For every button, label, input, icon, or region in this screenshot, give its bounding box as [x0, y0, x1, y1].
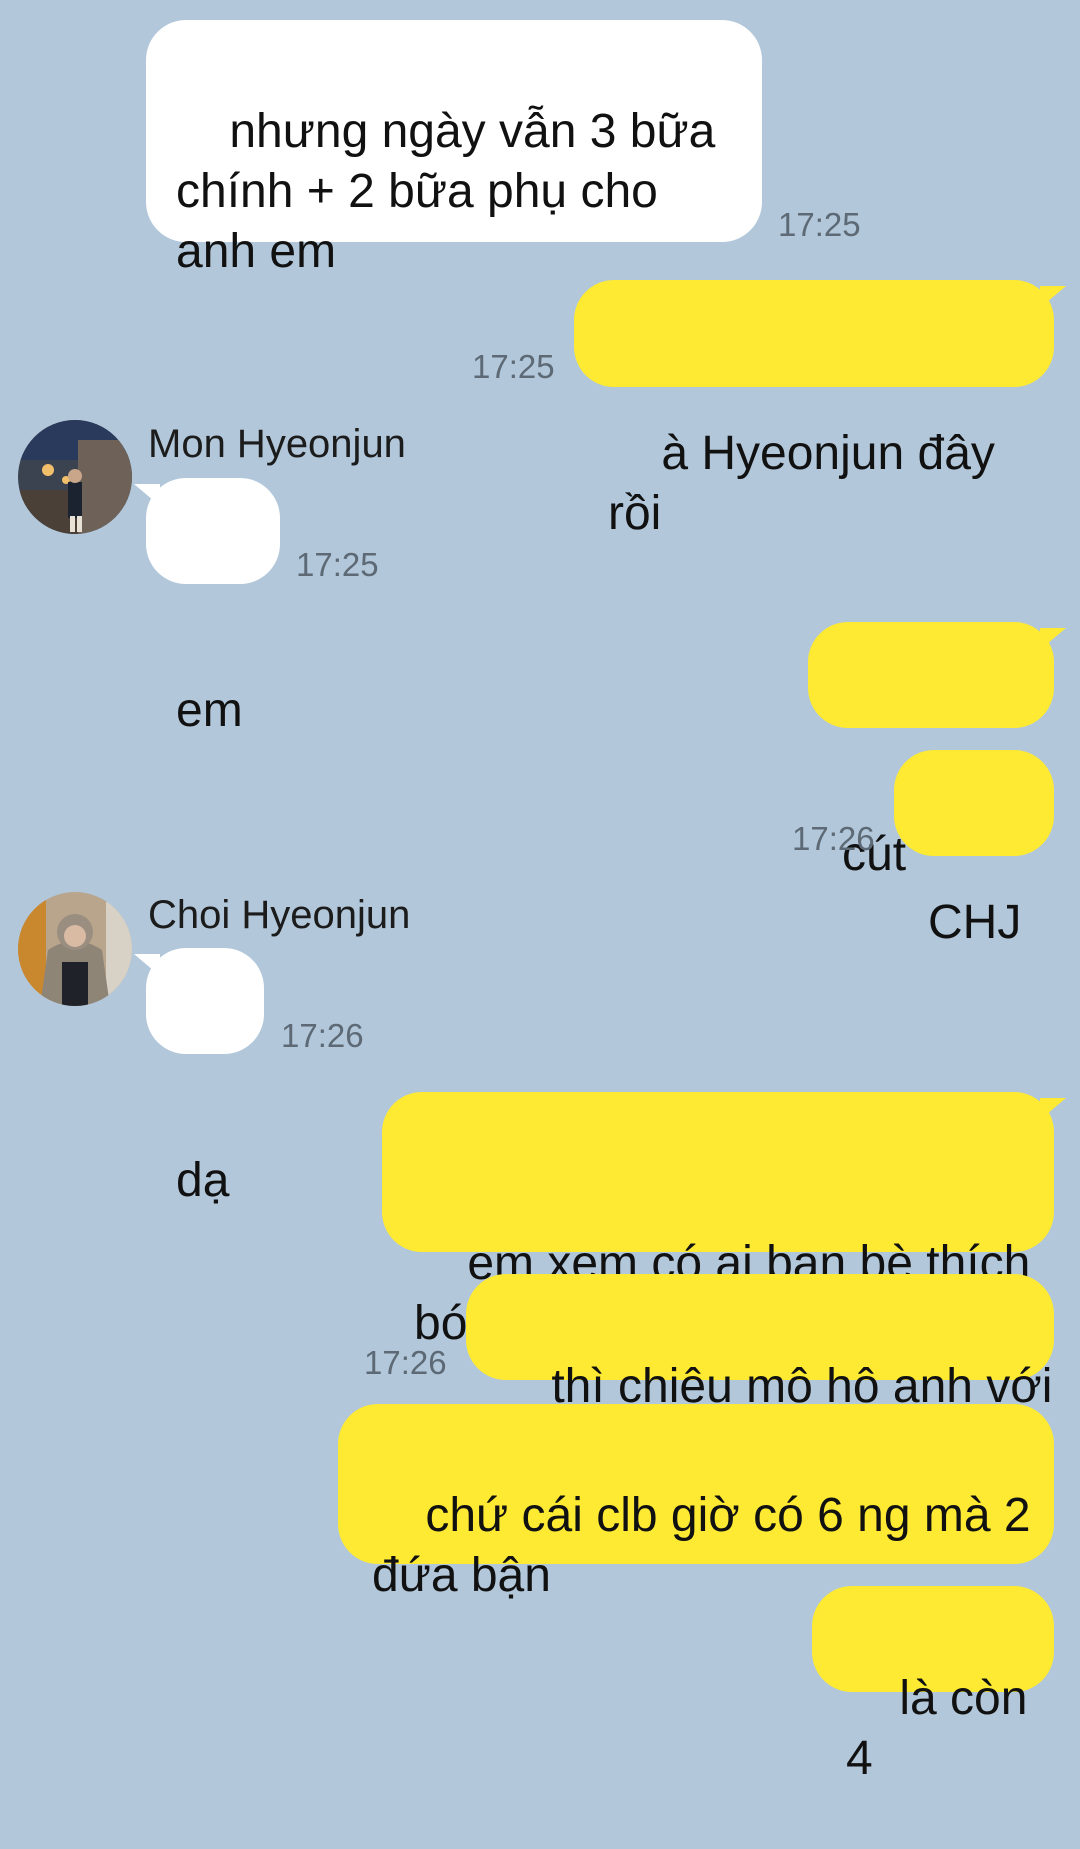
bubble-tail: [1040, 628, 1066, 650]
message-text: CHJ: [928, 896, 1022, 949]
message-bubble-outgoing[interactable]: em xem có ai bạn bè thích bóng rổ ko: [382, 1092, 1066, 1350]
message-text: là còn 4: [846, 1672, 1041, 1785]
message-bubble-outgoing[interactable]: à Hyeonjun đây rồi: [574, 280, 1066, 540]
message-timestamp: 17:25: [778, 206, 861, 243]
message-timestamp: 17:26: [364, 1344, 447, 1381]
message-text: dạ: [176, 1154, 230, 1207]
message-timestamp: 17:25: [296, 546, 379, 583]
avatar[interactable]: [18, 892, 132, 1006]
sender-name: Mon Hyeonjun: [148, 422, 406, 466]
sender-name: Choi Hyeonjun: [148, 893, 411, 937]
bubble-tail: [1040, 1098, 1066, 1120]
message-text: nhưng ngày vẫn 3 bữa chính + 2 bữa phụ c…: [176, 105, 716, 278]
message-bubble-incoming[interactable]: dạ: [134, 948, 264, 1207]
message-text: em: [176, 684, 243, 737]
bubble-tail: [134, 484, 160, 506]
message-bubble-outgoing[interactable]: mày cút: [808, 622, 1066, 881]
message-bubble-outgoing[interactable]: chứ cái clb giờ có 6 ng mà 2 đứa bận: [338, 1404, 1054, 1602]
message-bubble-incoming[interactable]: em: [134, 478, 280, 737]
chat-area[interactable]: nhưng ngày vẫn 3 bữa chính + 2 bữa phụ c…: [0, 0, 1080, 1785]
message-timestamp: 17:26: [281, 1017, 364, 1054]
message-bubble-outgoing[interactable]: CHJ: [894, 750, 1054, 949]
profile-photo-icon: [18, 420, 132, 534]
message-text: à Hyeonjun đây rồi: [608, 427, 1009, 540]
bubble-tail: [134, 954, 160, 976]
profile-photo-icon: [18, 892, 132, 1006]
message-timestamp: 17:25: [472, 348, 555, 385]
message-bubble-incoming[interactable]: nhưng ngày vẫn 3 bữa chính + 2 bữa phụ c…: [146, 20, 762, 278]
avatar[interactable]: [18, 420, 132, 534]
message-bubble-outgoing[interactable]: thì chiêu mộ hộ anh với: [466, 1274, 1054, 1413]
bubble-tail: [1040, 286, 1066, 308]
message-timestamp: 17:26: [792, 820, 875, 857]
message-bubble-outgoing[interactable]: là còn 4: [812, 1586, 1054, 1785]
